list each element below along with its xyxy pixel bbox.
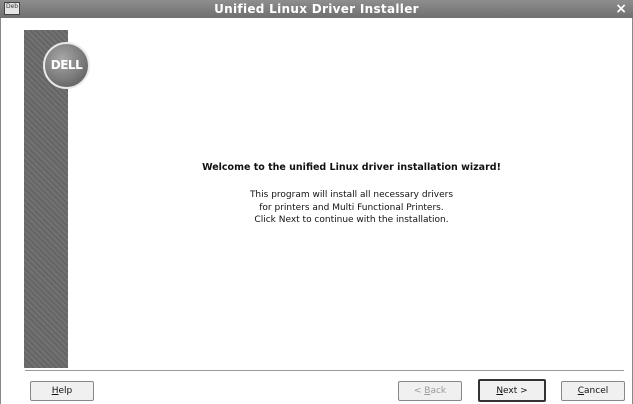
help-button[interactable]: Help — [30, 381, 94, 401]
welcome-description: This program will install all necessary … — [70, 189, 633, 227]
description-line: Click Next to continue with the installa… — [254, 215, 449, 225]
dell-logo: DELL — [43, 42, 90, 89]
window-title: Unified Linux Driver Installer — [214, 2, 419, 16]
wizard-content: Welcome to the unified Linux driver inst… — [70, 162, 633, 227]
back-button[interactable]: < Back — [398, 381, 462, 401]
cancel-label: ancel — [584, 386, 609, 396]
title-bar: Deb Unified Linux Driver Installer × — [0, 0, 633, 19]
help-label: elp — [58, 386, 73, 396]
help-mnemonic: H — [51, 386, 59, 396]
button-separator — [25, 370, 624, 372]
welcome-heading: Welcome to the unified Linux driver inst… — [202, 162, 501, 173]
close-icon[interactable]: × — [615, 0, 627, 18]
description-line: for printers and Multi Functional Printe… — [259, 202, 444, 213]
next-mnemonic: N — [496, 385, 504, 396]
description-line: This program will install all necessary … — [249, 190, 454, 200]
next-label: ext > — [503, 385, 528, 396]
back-label: ack — [430, 386, 447, 396]
back-prefix: < — [413, 386, 425, 396]
next-button[interactable]: Next > — [478, 379, 546, 402]
cancel-button[interactable]: Cancel — [561, 381, 625, 401]
